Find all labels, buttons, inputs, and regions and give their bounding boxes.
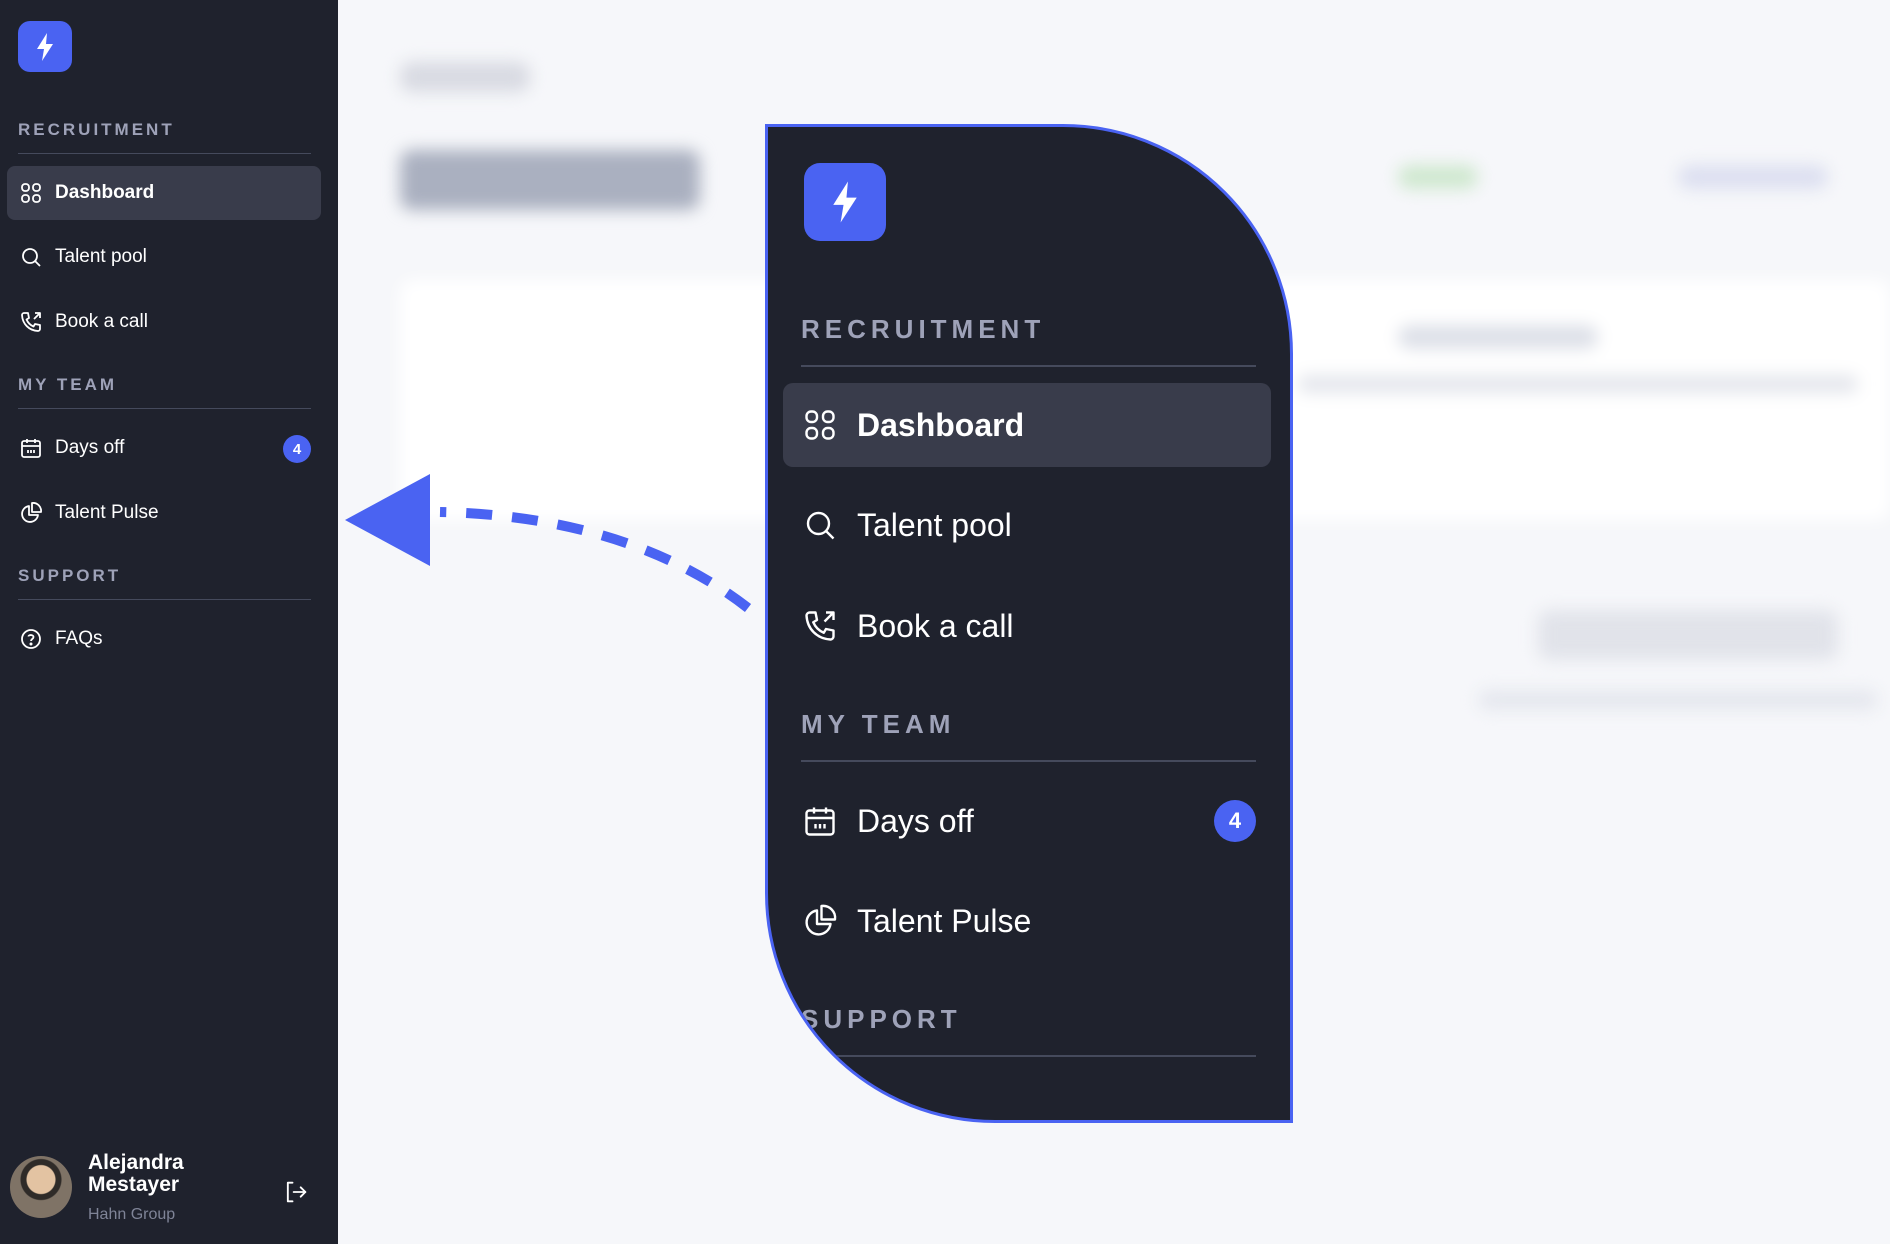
- divider: [801, 1055, 1256, 1057]
- sidebar-item-label: Dashboard: [55, 182, 155, 203]
- zoomed-item-days-off: Days off 4: [783, 779, 1271, 863]
- zoomed-item-talent-pool: Talent pool: [783, 483, 1271, 567]
- zoomed-item-label: Book a call: [857, 607, 1014, 644]
- sidebar-item-label: Book a call: [55, 311, 148, 332]
- section-title-my-team: MY TEAM: [801, 709, 956, 739]
- sidebar-item-talent-pool[interactable]: Talent pool: [7, 230, 321, 284]
- days-off-count-badge: 4: [283, 435, 311, 463]
- pie-chart-icon: [802, 903, 838, 939]
- user-name: Alejandra Mestayer: [88, 1151, 184, 1196]
- sidebar-item-book-a-call[interactable]: Book a call: [7, 295, 321, 349]
- days-off-count-badge: 4: [1214, 800, 1256, 842]
- section-title-my-team: MY TEAM: [18, 375, 118, 394]
- zoomed-item-label: Talent Pulse: [857, 902, 1032, 939]
- sidebar-item-label: FAQs: [55, 628, 103, 649]
- grid-icon: [802, 407, 838, 443]
- calendar-icon: [19, 436, 43, 460]
- sidebar-item-dashboard[interactable]: Dashboard: [7, 166, 321, 220]
- app-logo[interactable]: [18, 21, 72, 72]
- calendar-icon: [802, 803, 838, 839]
- phone-outgoing-icon: [19, 310, 43, 334]
- sidebar-item-label: Talent pool: [55, 246, 147, 267]
- app-logo: [804, 163, 886, 241]
- sidebar-item-faqs[interactable]: FAQs: [7, 612, 321, 666]
- sidebar: RECRUITMENT Dashboard Talent pool Book a…: [0, 0, 338, 1244]
- divider: [801, 365, 1256, 367]
- avatar[interactable]: [10, 1156, 72, 1218]
- zoomed-item-dashboard: Dashboard: [783, 383, 1271, 467]
- zoomed-item-talent-pulse: Talent Pulse: [783, 879, 1271, 963]
- zoomed-item-label: Dashboard: [857, 406, 1025, 443]
- search-icon: [19, 245, 43, 269]
- section-title-recruitment: RECRUITMENT: [18, 120, 175, 139]
- divider: [18, 599, 311, 600]
- section-title-support: SUPPORT: [801, 1004, 962, 1034]
- sidebar-item-days-off[interactable]: Days off 4: [7, 421, 321, 475]
- divider: [18, 153, 311, 154]
- sidebar-item-label: Talent Pulse: [55, 502, 159, 523]
- zoomed-sidebar-callout: RECRUITMENT Dashboard Talent pool Book a…: [765, 124, 1293, 1123]
- phone-outgoing-icon: [802, 608, 838, 644]
- grid-icon: [19, 181, 43, 205]
- lightning-icon: [37, 32, 53, 61]
- pie-chart-icon: [19, 501, 43, 525]
- search-icon: [802, 507, 838, 543]
- zoomed-item-label: Days off: [857, 802, 974, 839]
- divider: [18, 408, 311, 409]
- divider: [801, 760, 1256, 762]
- lightning-icon: [833, 181, 857, 223]
- user-profile: Alejandra Mestayer Hahn Group: [10, 1152, 330, 1228]
- user-organization: Hahn Group: [88, 1206, 176, 1223]
- zoomed-item-book-a-call: Book a call: [783, 584, 1271, 668]
- sidebar-item-label: Days off: [55, 437, 125, 458]
- zoomed-item-label: Talent pool: [857, 506, 1012, 543]
- sidebar-item-talent-pulse[interactable]: Talent Pulse: [7, 486, 321, 540]
- logout-icon[interactable]: [282, 1178, 310, 1206]
- section-title-recruitment: RECRUITMENT: [801, 314, 1046, 344]
- section-title-support: SUPPORT: [18, 566, 122, 585]
- help-circle-icon: [19, 627, 43, 651]
